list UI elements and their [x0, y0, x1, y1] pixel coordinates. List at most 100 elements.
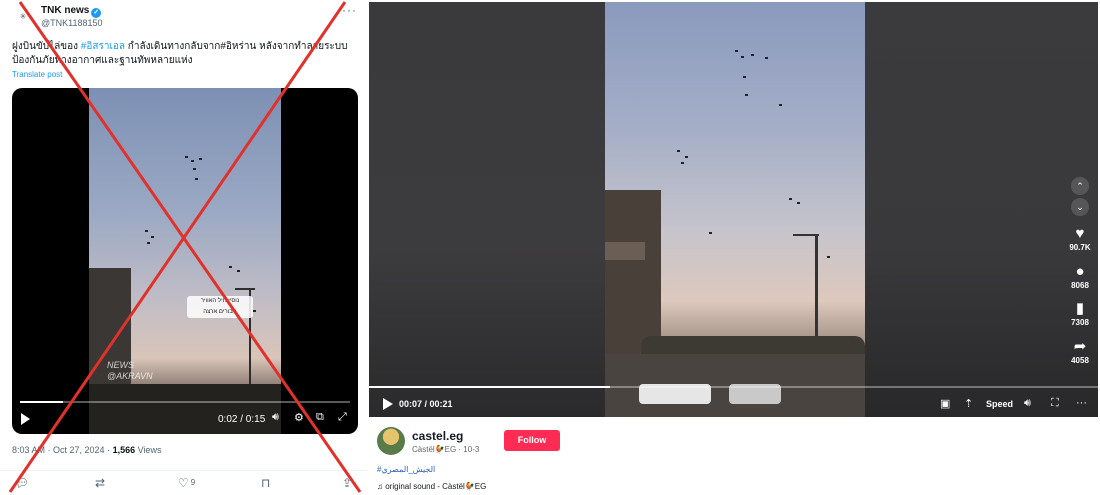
floating-player-icon[interactable]: ⇡ [964, 397, 973, 410]
next-video-button[interactable]: ⌄ [1071, 198, 1089, 216]
watermark-line: @AKRAVN [107, 371, 153, 381]
author-subtitle: Càstël🐓EG · 10-3 [412, 445, 480, 454]
post-meta: 8:03 AM · Oct 27, 2024 · 1,566 Views [12, 445, 161, 455]
bird [735, 50, 738, 52]
like-button[interactable]: ♥ 90.7K [1066, 225, 1094, 253]
view-count: 1,566 [112, 445, 136, 455]
settings-gear-icon[interactable]: ⚙ [294, 411, 304, 424]
sticker-line: נוסיי חיל האוויר [200, 298, 240, 304]
street-light-arm [235, 288, 255, 290]
bird [185, 156, 188, 158]
save-count: 7308 [1071, 318, 1089, 327]
bird [745, 94, 748, 96]
original-sound-link[interactable]: ♫ original sound - Càstël🐓EG [377, 482, 486, 491]
heart-icon: ♡ [178, 476, 189, 490]
video-sticker: נוסיי חיל האוויר גיבורים ארצה [187, 296, 253, 318]
video-progress-bar[interactable] [20, 401, 350, 403]
street-light-arm [793, 234, 819, 236]
comment-button[interactable]: ● 8068 [1066, 263, 1094, 291]
translate-post-link[interactable]: Translate post [12, 70, 62, 79]
bird [199, 158, 202, 160]
blurred-background-left [369, 2, 605, 417]
video-watermark: NEWS @AKRAVN [107, 360, 153, 382]
previous-video-button[interactable]: ⌃ [1071, 177, 1089, 195]
post-timestamp[interactable]: 8:03 AM · Oct 27, 2024 · [12, 445, 113, 455]
bird [743, 76, 746, 78]
like-button[interactable]: ♡ 9 [178, 476, 195, 490]
sticker-line: גיבורים ארצה [203, 309, 237, 315]
chevron-down-icon: ⌄ [1076, 202, 1084, 212]
views-label: Views [135, 445, 162, 455]
video-time: 00:07 / 00:21 [399, 399, 453, 409]
follow-button[interactable]: Follow [504, 430, 560, 451]
bird [827, 256, 830, 258]
heart-icon: ♥ [1075, 225, 1085, 242]
bird [685, 156, 688, 158]
trees [89, 384, 281, 434]
author-name[interactable]: castel.eg [412, 429, 463, 443]
bird [191, 160, 194, 162]
video-player[interactable]: 00:07 / 00:21 ▣ ⇡ Speed 🔊︎ ⛶ ··· ⌃ ⌄ ♥ 90… [369, 2, 1098, 417]
video-hashtag[interactable]: #الجيش_المصري [377, 465, 435, 474]
share-button[interactable]: ➦ 4058 [1066, 338, 1094, 366]
bird [765, 57, 768, 59]
chevron-up-icon: ⌃ [1076, 181, 1084, 191]
hashtag-israel[interactable]: #อิสราเอล [81, 41, 125, 52]
bird [145, 230, 148, 232]
bookmark-icon[interactable]: ⊓ [261, 476, 270, 490]
bird [195, 178, 198, 180]
play-icon[interactable] [21, 413, 30, 425]
bird [229, 266, 232, 268]
more-options-icon[interactable]: ··· [342, 3, 357, 17]
like-count: 9 [190, 478, 196, 487]
watermark-line: NEWS [107, 360, 134, 370]
post-action-bar: 💬︎ ⇄ ♡ 9 ⊓ ⇪ [0, 470, 367, 495]
bird [677, 150, 680, 152]
share-count: 4058 [1071, 356, 1089, 365]
bird [741, 56, 744, 58]
play-icon[interactable] [383, 398, 393, 410]
bird [253, 310, 256, 312]
verified-badge-icon: ✓ [91, 8, 102, 18]
comment-count: 8068 [1071, 281, 1089, 290]
embedded-video[interactable]: נוסיי חיל האוויר גיבורים ארצה NEWS @AKRA… [12, 88, 358, 434]
comment-icon: ● [1075, 263, 1085, 280]
speed-button[interactable]: Speed [986, 399, 1013, 409]
building-balcony [605, 242, 645, 260]
hashtag-iran[interactable]: #อิหร่าน [220, 41, 256, 52]
screenshot-root: ✳ TNK news ✓ @TNK1188150 ··· ฝูงบินขับไล่… [0, 0, 1100, 495]
volume-icon[interactable]: 🔊︎ [1024, 397, 1031, 410]
bird [237, 270, 240, 272]
autoscroll-icon[interactable]: ▣ [940, 397, 950, 410]
bird [797, 202, 800, 204]
reply-icon[interactable]: 💬︎ [14, 476, 29, 490]
author-avatar[interactable] [377, 427, 405, 455]
fullscreen-icon[interactable]: ⤢ [338, 411, 347, 424]
video-progress-fill [369, 386, 610, 388]
repost-icon[interactable]: ⇄ [95, 476, 105, 490]
blurred-background-right [865, 2, 1098, 417]
account-handle[interactable]: @TNK1188150 [41, 18, 103, 28]
volume-icon[interactable]: 🔊︎ [272, 411, 279, 424]
video-frame [605, 2, 865, 417]
bookmark-icon: ▮ [1075, 300, 1085, 317]
bird [147, 242, 150, 244]
video-progress-fill [20, 401, 63, 403]
bird [751, 54, 754, 56]
like-count: 90.7K [1069, 243, 1091, 252]
bird [681, 162, 684, 164]
picture-in-picture-icon[interactable]: ⧉ [316, 411, 324, 424]
bird [151, 236, 154, 238]
video-time: 0:02 / 0:15 [218, 414, 266, 425]
post-text-segment: ฝูงบินขับไล่ของ [12, 41, 81, 52]
bird [193, 168, 196, 170]
share-icon[interactable]: ⇪ [342, 476, 352, 490]
save-button[interactable]: ▮ 7308 [1066, 300, 1094, 328]
tiktok-panel: 00:07 / 00:21 ▣ ⇡ Speed 🔊︎ ⛶ ··· ⌃ ⌄ ♥ 90… [367, 0, 1100, 495]
fullscreen-icon[interactable]: ⛶ [1051, 397, 1059, 410]
account-avatar[interactable]: ✳ [12, 6, 34, 28]
video-progress-bar[interactable] [369, 386, 1098, 388]
more-options-icon[interactable]: ··· [1076, 397, 1087, 409]
account-name[interactable]: TNK news ✓ [41, 5, 102, 18]
share-arrow-icon: ➦ [1073, 338, 1087, 355]
